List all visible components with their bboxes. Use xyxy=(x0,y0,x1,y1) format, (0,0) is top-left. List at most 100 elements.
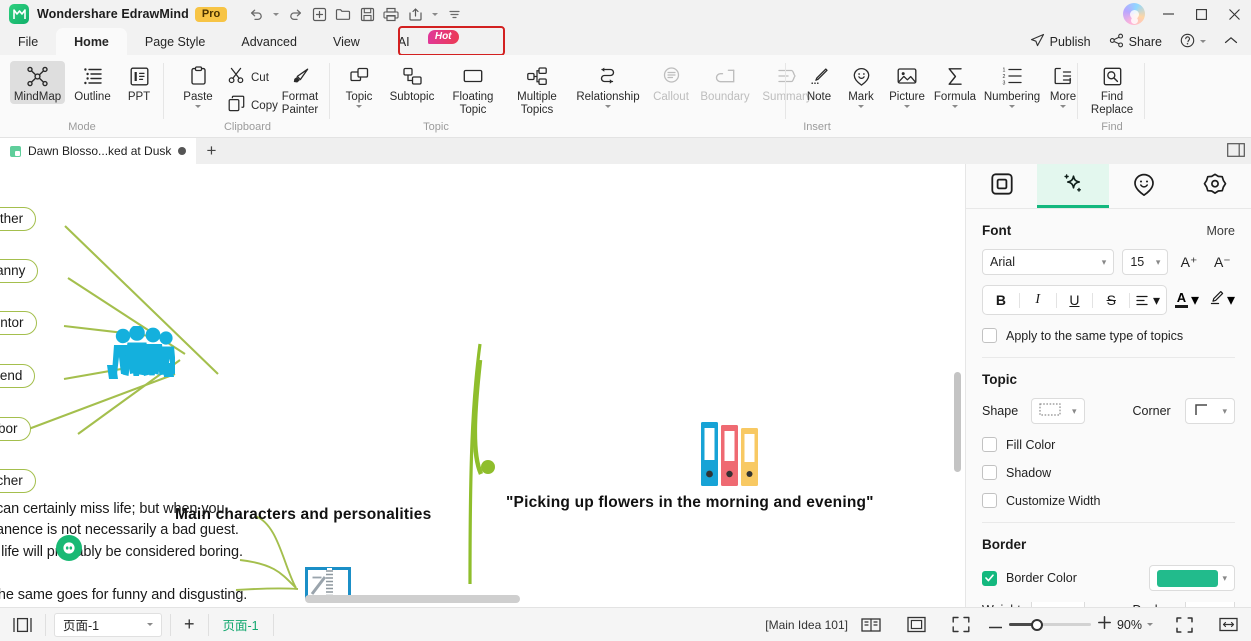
page-panel-button[interactable] xyxy=(0,608,45,641)
new-document-tab-button[interactable]: + xyxy=(196,138,226,164)
apply-same-type-row[interactable]: Apply to the same type of topics xyxy=(982,328,1235,343)
style-tab[interactable] xyxy=(1037,164,1109,208)
node-teacher[interactable]: l teacher xyxy=(0,469,36,493)
print-icon[interactable] xyxy=(380,3,402,25)
zoom-in-icon[interactable] xyxy=(1098,615,1111,634)
zoom-value[interactable]: 90% xyxy=(1117,618,1142,632)
underline-button[interactable]: U xyxy=(1057,292,1093,308)
shadow-row[interactable]: Shadow xyxy=(982,465,1235,480)
minimize-button[interactable] xyxy=(1152,0,1185,28)
active-page-tab[interactable]: 页面-1 xyxy=(209,615,273,634)
mark-button[interactable]: Mark xyxy=(840,61,882,108)
free-text-line-3[interactable]: s life will probably be considered borin… xyxy=(0,544,243,560)
corner-select[interactable]: ▾ xyxy=(1185,398,1235,424)
paste-button[interactable]: Paste xyxy=(175,61,221,108)
border-color-select[interactable]: ▾ xyxy=(1149,565,1235,591)
maximize-button[interactable] xyxy=(1185,0,1218,28)
node-nanny[interactable]: r's nanny xyxy=(0,259,39,283)
fill-color-row[interactable]: Fill Color xyxy=(982,437,1235,452)
free-text-line-2[interactable]: manence is not necessarily a bad guest. xyxy=(0,522,239,538)
relationship-dropdown-icon[interactable] xyxy=(605,105,611,108)
format-painter-button[interactable]: Format Painter xyxy=(275,61,325,117)
multiple-topics-button[interactable]: Multiple Topics xyxy=(506,61,568,117)
mark-dropdown-icon[interactable] xyxy=(858,105,864,108)
increase-font-size-button[interactable]: A⁺ xyxy=(1176,249,1201,275)
fullscreen-button[interactable] xyxy=(939,608,983,641)
avatar[interactable] xyxy=(1123,3,1145,25)
copy-button[interactable]: Copy xyxy=(228,95,278,117)
topic-button[interactable]: Topic xyxy=(339,61,379,108)
settings-tab[interactable] xyxy=(1180,164,1251,208)
apply-same-type-checkbox[interactable] xyxy=(982,328,997,343)
paste-dropdown-icon[interactable] xyxy=(195,105,201,108)
document-tab[interactable]: Dawn Blosso...ked at Dusk xyxy=(0,138,197,164)
zoom-knob[interactable] xyxy=(1030,618,1043,631)
close-button[interactable] xyxy=(1218,0,1251,28)
canvas-horizontal-scrollbar[interactable] xyxy=(305,595,520,603)
quote-topic-label[interactable]: "Picking up flowers in the morning and e… xyxy=(506,494,874,512)
fit-page-button[interactable] xyxy=(894,608,939,641)
collapse-ribbon-button[interactable] xyxy=(1217,35,1245,49)
italic-button[interactable]: I xyxy=(1020,292,1056,308)
add-page-button[interactable]: + xyxy=(171,608,208,641)
boundary-button[interactable]: Boundary xyxy=(695,61,755,104)
font-more-link[interactable]: More xyxy=(1207,224,1235,238)
outline-button[interactable]: Outline xyxy=(68,61,117,104)
formula-dropdown-icon[interactable] xyxy=(952,105,958,108)
undo-dropdown-icon[interactable] xyxy=(269,3,282,25)
tab-ai[interactable]: AI Hot xyxy=(378,28,459,55)
zoom-slider[interactable] xyxy=(988,615,1111,634)
topic-dropdown-icon[interactable] xyxy=(356,105,362,108)
undo-icon[interactable] xyxy=(245,3,267,25)
customize-width-checkbox[interactable] xyxy=(982,493,997,508)
redo-icon[interactable] xyxy=(284,3,306,25)
font-family-select[interactable]: Arial ▾ xyxy=(982,249,1115,275)
find-replace-button[interactable]: Find Replace xyxy=(1083,61,1141,117)
clipart-tab[interactable] xyxy=(1109,164,1180,208)
mindmap-button[interactable]: MindMap xyxy=(10,61,65,104)
split-view-icon[interactable] xyxy=(1227,142,1245,158)
customize-width-row[interactable]: Customize Width xyxy=(982,493,1235,508)
relationship-button[interactable]: Relationship xyxy=(571,61,645,108)
fit-width-button[interactable] xyxy=(1206,608,1251,641)
zoom-out-icon[interactable] xyxy=(988,616,1003,634)
tab-view[interactable]: View xyxy=(315,28,378,55)
zoom-dropdown-icon[interactable] xyxy=(1147,623,1153,626)
shadow-checkbox[interactable] xyxy=(982,465,997,480)
ppt-button[interactable]: PPT xyxy=(120,61,158,104)
page-select[interactable]: 页面-1 xyxy=(54,612,162,637)
font-size-select[interactable]: 15 ▾ xyxy=(1122,249,1169,275)
shape-select[interactable]: ▾ xyxy=(1030,398,1085,424)
publish-button[interactable]: Publish xyxy=(1023,33,1098,51)
numbering-dropdown-icon[interactable] xyxy=(1009,105,1015,108)
numbering-button[interactable]: 123 Numbering xyxy=(981,61,1043,108)
floating-topic-button[interactable]: Floating Topic xyxy=(444,61,502,117)
mark-badge-icon[interactable] xyxy=(56,535,82,561)
layout-tab[interactable] xyxy=(966,164,1037,208)
new-document-icon[interactable] xyxy=(308,3,330,25)
formula-button[interactable]: Formula xyxy=(930,61,980,108)
callout-button[interactable]: Callout xyxy=(647,61,695,104)
strikethrough-button[interactable]: S xyxy=(1093,292,1129,308)
highlight-color-button[interactable]: ▾ xyxy=(1209,290,1235,310)
free-text-line-4[interactable]: the same goes for funny and disgusting. xyxy=(0,587,247,603)
qat-customize-icon[interactable] xyxy=(443,3,465,25)
node-fathers[interactable]: r's father xyxy=(0,207,37,231)
help-button[interactable] xyxy=(1173,33,1213,51)
help-dropdown-icon[interactable] xyxy=(1200,40,1206,43)
picture-button[interactable]: Picture xyxy=(883,61,931,108)
border-color-checkbox[interactable] xyxy=(982,570,997,586)
open-folder-icon[interactable] xyxy=(332,3,354,25)
cut-button[interactable]: Cut xyxy=(228,67,269,89)
subtopic-button[interactable]: Subtopic xyxy=(383,61,441,104)
tab-advanced[interactable]: Advanced xyxy=(223,28,315,55)
note-button[interactable]: Note xyxy=(799,61,839,104)
text-color-button[interactable]: A ▾ xyxy=(1174,290,1199,310)
align-button[interactable]: ▾ xyxy=(1130,292,1166,309)
free-text-line-1[interactable]: can certainly miss life; but when you xyxy=(0,501,225,517)
fit-to-window-button[interactable] xyxy=(1163,608,1206,641)
picture-dropdown-icon[interactable] xyxy=(904,105,910,108)
fill-color-checkbox[interactable] xyxy=(982,437,997,452)
node-mentor[interactable]: s mentor xyxy=(0,311,37,335)
share-button[interactable]: Share xyxy=(1102,33,1169,51)
